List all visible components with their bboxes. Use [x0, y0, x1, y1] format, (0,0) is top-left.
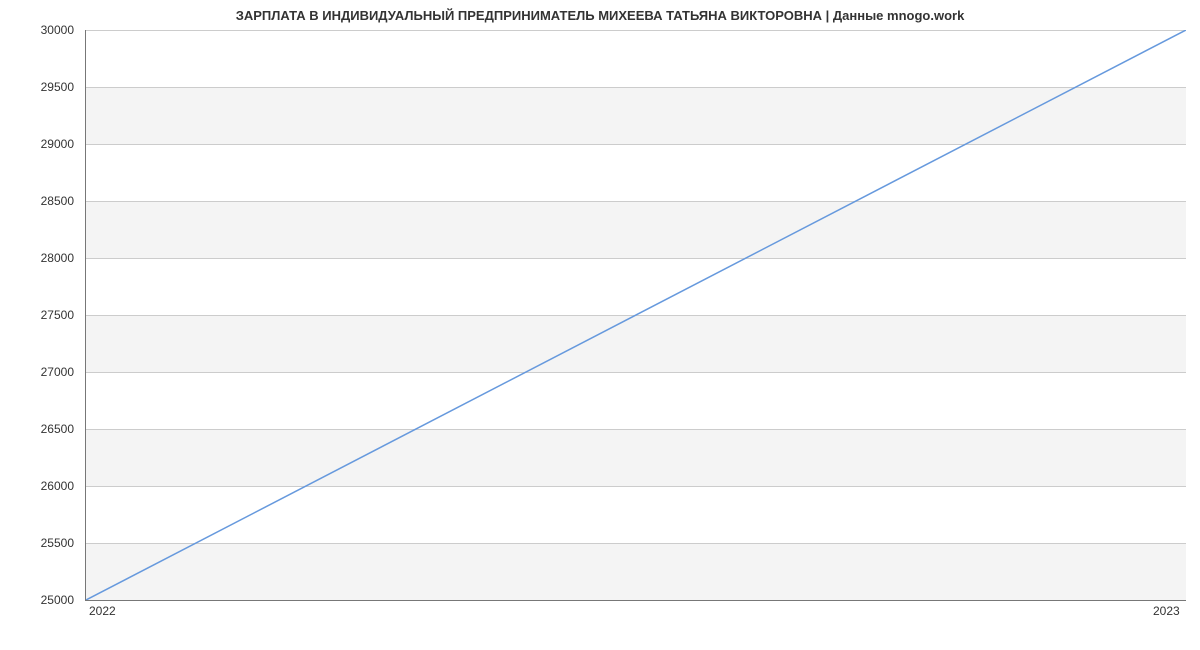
y-tick-label: 28000	[0, 251, 74, 265]
y-tick-label: 29000	[0, 137, 74, 151]
y-tick-label: 27500	[0, 308, 74, 322]
y-tick-label: 25000	[0, 593, 74, 607]
series-line	[86, 30, 1186, 600]
gridline	[86, 600, 1186, 601]
y-tick-label: 28500	[0, 194, 74, 208]
y-tick-label: 25500	[0, 536, 74, 550]
chart-title: ЗАРПЛАТА В ИНДИВИДУАЛЬНЫЙ ПРЕДПРИНИМАТЕЛ…	[0, 8, 1200, 23]
line-series	[86, 30, 1186, 600]
y-tick-label: 30000	[0, 23, 74, 37]
plot-area	[85, 30, 1186, 601]
x-tick-label: 2022	[89, 604, 116, 618]
x-tick-label: 2023	[1153, 604, 1180, 618]
chart-container: ЗАРПЛАТА В ИНДИВИДУАЛЬНЫЙ ПРЕДПРИНИМАТЕЛ…	[0, 0, 1200, 650]
y-tick-label: 27000	[0, 365, 74, 379]
y-tick-label: 29500	[0, 80, 74, 94]
y-tick-label: 26500	[0, 422, 74, 436]
y-tick-label: 26000	[0, 479, 74, 493]
